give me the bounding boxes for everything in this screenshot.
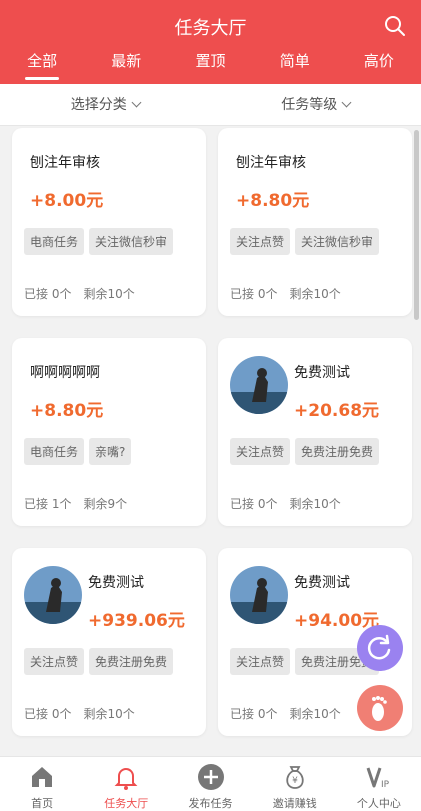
task-tag: 关注微信秒审	[295, 228, 380, 255]
chevron-down-icon	[131, 97, 142, 108]
task-tag: 免费注册免费	[295, 438, 380, 465]
task-price: +8.80元	[30, 401, 104, 421]
bell-icon	[114, 768, 138, 790]
taken-count: 已接 0个	[230, 707, 278, 721]
task-tag: 关注点赞	[230, 228, 291, 255]
tab-latest[interactable]: 最新	[84, 48, 168, 84]
task-tag: 关注点赞	[24, 648, 85, 675]
bottom-nav: 首页 任务大厅 发布任务 ¥ 邀请赚钱 IP 个人中心	[0, 756, 421, 811]
money-bag-icon: ¥	[286, 766, 304, 789]
remaining-count: 剩余10个	[289, 287, 341, 301]
nav-home[interactable]: 首页	[0, 757, 84, 811]
task-price: +939.06元	[88, 611, 185, 631]
task-tags: 电商任务 亲嘴?	[24, 438, 206, 466]
chevron-down-icon	[341, 97, 352, 108]
avatar	[230, 566, 288, 624]
task-card[interactable]: 刨注年审核 +8.80元 关注点赞 关注微信秒审 已接 0个 剩余10个	[218, 128, 412, 316]
home-icon	[32, 767, 53, 787]
taken-count: 已接 0个	[24, 287, 72, 301]
header: 任务大厅 全部 最新 置顶 简单 高价	[0, 0, 421, 84]
svg-text:¥: ¥	[292, 776, 298, 786]
search-icon[interactable]	[383, 14, 407, 38]
page-title: 任务大厅	[174, 18, 247, 39]
taken-count: 已接 0个	[24, 707, 72, 721]
task-meta: 已接 0个 剩余10个	[24, 705, 147, 722]
remaining-count: 剩余10个	[289, 497, 341, 511]
task-price: +8.00元	[30, 191, 104, 211]
plus-icon	[197, 764, 224, 790]
task-tag: 关注微信秒审	[89, 228, 174, 255]
task-card[interactable]: 刨注年审核 +8.00元 电商任务 关注微信秒审 已接 0个 剩余10个	[12, 128, 206, 316]
task-tags: 关注点赞 关注微信秒审	[230, 228, 412, 256]
task-name: 刨注年审核	[30, 155, 100, 171]
task-meta: 已接 0个 剩余10个	[24, 285, 147, 302]
task-name: 免费测试	[294, 365, 350, 381]
remaining-count: 剩余10个	[83, 707, 135, 721]
remaining-count: 剩余9个	[83, 497, 128, 511]
tab-high-price[interactable]: 高价	[337, 48, 421, 84]
task-tag: 亲嘴?	[89, 438, 132, 465]
task-tag: 电商任务	[24, 228, 85, 255]
nav-invite[interactable]: ¥ 邀请赚钱	[253, 757, 337, 811]
refresh-button[interactable]	[357, 625, 403, 671]
remaining-count: 剩余10个	[83, 287, 135, 301]
task-card[interactable]: 免费测试 +20.68元 关注点赞 免费注册免费 已接 0个 剩余10个	[218, 338, 412, 526]
nav-task-hall[interactable]: 任务大厅	[84, 757, 168, 811]
tab-all[interactable]: 全部	[0, 48, 84, 84]
footprint-button[interactable]	[357, 685, 403, 731]
category-filter-label: 选择分类	[70, 97, 127, 113]
task-tag: 关注点赞	[230, 648, 291, 675]
nav-publish-label: 发布任务	[188, 797, 233, 810]
task-tag: 关注点赞	[230, 438, 291, 465]
remaining-count: 剩余10个	[289, 707, 341, 721]
task-meta: 已接 0个 剩余10个	[230, 285, 353, 302]
task-name: 刨注年审核	[236, 155, 306, 171]
nav-task-hall-label: 任务大厅	[104, 797, 149, 810]
nav-profile[interactable]: IP 个人中心	[337, 757, 421, 811]
level-filter[interactable]: 任务等级	[211, 84, 421, 125]
footprint-icon	[372, 696, 387, 721]
task-tags: 关注点赞 免费注册免费	[230, 438, 412, 466]
filter-bar: 选择分类 任务等级	[0, 84, 421, 126]
task-card[interactable]: 啊啊啊啊啊 +8.80元 电商任务 亲嘴? 已接 1个 剩余9个	[12, 338, 206, 526]
task-tag: 电商任务	[24, 438, 85, 465]
level-filter-label: 任务等级	[281, 97, 338, 113]
task-price: +8.80元	[236, 191, 310, 211]
svg-text:IP: IP	[381, 780, 390, 790]
taken-count: 已接 0个	[230, 497, 278, 511]
task-name: 免费测试	[88, 575, 144, 591]
task-meta: 已接 0个 剩余10个	[230, 495, 353, 512]
task-name: 啊啊啊啊啊	[30, 365, 100, 381]
task-tag: 免费注册免费	[89, 648, 174, 675]
tab-simple[interactable]: 简单	[253, 48, 337, 84]
taken-count: 已接 0个	[230, 287, 278, 301]
avatar	[230, 356, 288, 414]
task-price: +20.68元	[294, 401, 380, 421]
nav-publish[interactable]: 发布任务	[168, 757, 252, 811]
task-meta: 已接 1个 剩余9个	[24, 495, 139, 512]
refresh-icon	[367, 634, 391, 660]
nav-profile-label: 个人中心	[356, 797, 401, 810]
taken-count: 已接 1个	[24, 497, 72, 511]
task-meta: 已接 0个 剩余10个	[230, 705, 353, 722]
nav-invite-label: 邀请赚钱	[272, 797, 317, 810]
tab-bar: 全部 最新 置顶 简单 高价	[0, 48, 421, 84]
scrollbar[interactable]	[414, 130, 419, 320]
nav-home-label: 首页	[31, 797, 54, 810]
task-tags: 电商任务 关注微信秒审	[24, 228, 206, 256]
avatar	[24, 566, 82, 624]
task-tags: 关注点赞 免费注册免费	[24, 648, 206, 676]
category-filter[interactable]: 选择分类	[0, 84, 211, 125]
tab-pinned[interactable]: 置顶	[168, 48, 252, 84]
task-name: 免费测试	[294, 575, 350, 591]
vip-icon: IP	[366, 767, 390, 790]
task-card[interactable]: 免费测试 +939.06元 关注点赞 免费注册免费 已接 0个 剩余10个	[12, 548, 206, 736]
